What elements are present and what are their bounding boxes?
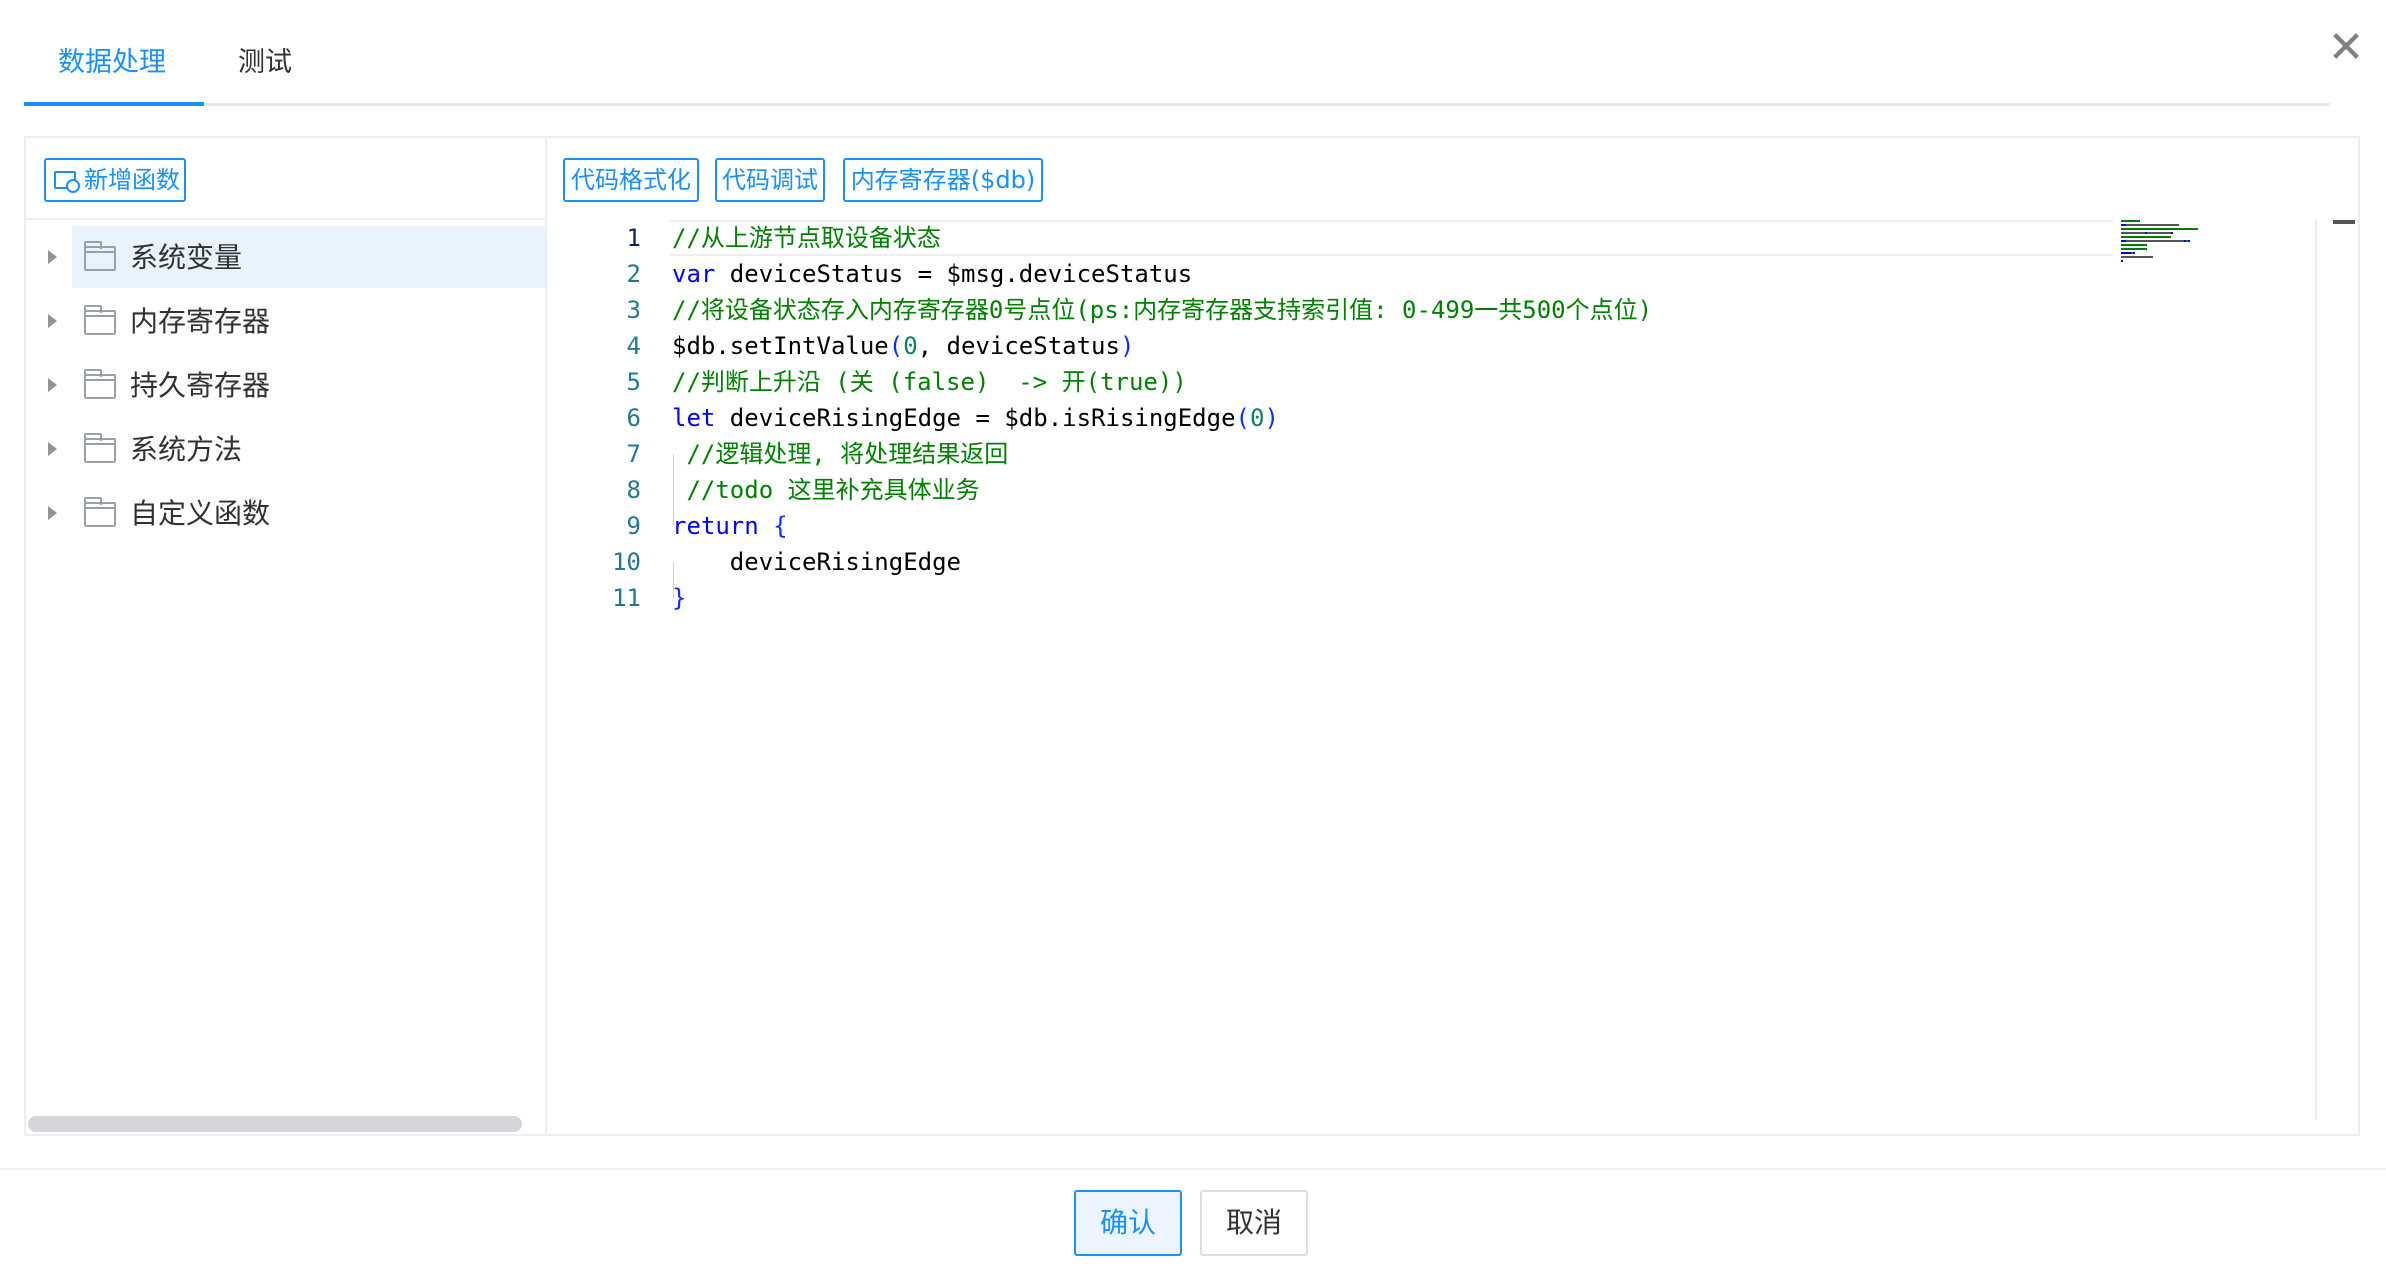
code-token: //逻辑处理, 将处理结果返回 <box>672 440 1009 468</box>
code-token: //todo 这里补充具体业务 <box>672 476 980 504</box>
line-number: 11 <box>612 584 641 612</box>
code-token: deviceRisingEdge <box>672 548 961 576</box>
code-line[interactable]: 1 //从上游节点取设备状态 <box>547 220 2358 256</box>
add-function-label: 新增函数 <box>84 166 180 194</box>
code-text: //将设备状态存入内存寄存器0号点位(ps:内存寄存器支持索引值: 0-499一… <box>672 292 1652 328</box>
code-line[interactable]: 3 //将设备状态存入内存寄存器0号点位(ps:内存寄存器支持索引值: 0-499… <box>547 292 2358 328</box>
editor-toolbar: 代码格式化 代码调试 内存寄存器($db) <box>547 138 2358 220</box>
code-text: //逻辑处理, 将处理结果返回 <box>672 436 1008 472</box>
active-tab-indicator <box>24 102 204 106</box>
folder-icon <box>84 433 116 463</box>
code-token: } <box>672 584 687 612</box>
folder-icon <box>84 241 116 271</box>
caret-right-icon[interactable] <box>48 442 57 456</box>
code-token: //从上游节点取设备状态 <box>672 224 941 252</box>
code-line[interactable]: 4 $db.setIntValue(0, deviceStatus) <box>547 328 2358 364</box>
tree-toolbar: 新增函数 <box>26 138 547 220</box>
line-number: 9 <box>626 512 641 540</box>
caret-right-icon[interactable] <box>48 250 57 264</box>
tree-node-label: 内存寄存器 <box>130 305 271 338</box>
code-text: let deviceRisingEdge = $db.isRisingEdge(… <box>672 400 1279 436</box>
code-token: var <box>672 260 716 288</box>
tree-node-label: 自定义函数 <box>130 497 271 530</box>
tree-node[interactable]: 自定义函数 <box>26 482 545 544</box>
code-token: , deviceStatus <box>917 332 1120 360</box>
code-line[interactable]: 5 //判断上升沿 (关 (false) -> 开(true)) <box>547 364 2358 400</box>
code-text: return { <box>672 508 788 544</box>
line-number: 5 <box>626 368 641 396</box>
add-function-button[interactable]: 新增函数 <box>44 158 186 202</box>
folder-icon <box>84 369 116 399</box>
tree-node[interactable]: 内存寄存器 <box>26 290 545 352</box>
code-token: ( <box>1235 404 1250 432</box>
code-token: 0 <box>903 332 918 360</box>
tab-test[interactable]: 测试 <box>238 38 292 88</box>
code-line[interactable]: 7 //逻辑处理, 将处理结果返回 <box>547 436 2358 472</box>
code-text: } <box>672 580 686 616</box>
code-token: { <box>773 512 788 540</box>
tree-node-label: 系统变量 <box>130 241 243 274</box>
memory-register-button[interactable]: 内存寄存器($db) <box>843 158 1043 202</box>
folder-icon <box>84 305 116 335</box>
code-line[interactable]: 6 let deviceRisingEdge = $db.isRisingEdge… <box>547 400 2358 436</box>
image-add-icon <box>54 171 80 193</box>
code-text: //todo 这里补充具体业务 <box>672 472 980 508</box>
line-number: 8 <box>626 476 641 504</box>
line-number: 10 <box>612 548 641 576</box>
code-text: var deviceStatus = $msg.deviceStatus <box>672 256 1192 292</box>
code-token: return <box>672 512 759 540</box>
code-line[interactable]: 10 deviceRisingEdge <box>547 544 2358 580</box>
footer-divider <box>0 1168 2386 1170</box>
code-token: $db.setIntValue <box>672 332 889 360</box>
main-panel: 新增函数 系统变量内存寄存器持久寄存器系统方法自定义函数 代码格式化 代码调试 … <box>24 136 2360 1136</box>
confirm-button[interactable]: 确认 <box>1074 1190 1182 1256</box>
tree-node-label: 系统方法 <box>130 433 243 466</box>
code-token: ) <box>1264 404 1279 432</box>
code-editor[interactable]: 1 //从上游节点取设备状态 2 var deviceStatus = $msg.de… <box>547 220 2358 1134</box>
code-token: deviceRisingEdge = $db.isRisingEdge <box>715 404 1236 432</box>
code-line[interactable]: 11} <box>547 580 2358 616</box>
debug-code-button[interactable]: 代码调试 <box>715 158 825 202</box>
tree-node[interactable]: 系统方法 <box>26 418 545 480</box>
code-line[interactable]: 8 //todo 这里补充具体业务 <box>547 472 2358 508</box>
function-tree-pane: 新增函数 系统变量内存寄存器持久寄存器系统方法自定义函数 <box>26 138 547 1134</box>
code-token: let <box>672 404 716 432</box>
line-number: 6 <box>626 404 641 432</box>
code-token: ( <box>888 332 904 360</box>
code-line[interactable]: 9 return { <box>547 508 2358 544</box>
code-text: deviceRisingEdge <box>672 544 961 580</box>
tab-data-processing[interactable]: 数据处理 <box>58 38 166 88</box>
line-number: 2 <box>626 260 641 288</box>
code-text: //从上游节点取设备状态 <box>672 220 941 256</box>
caret-right-icon[interactable] <box>48 314 57 328</box>
code-text: //判断上升沿 (关 (false) -> 开(true)) <box>672 364 1187 400</box>
caret-right-icon[interactable] <box>48 378 57 392</box>
tree-node[interactable]: 系统变量 <box>26 226 545 288</box>
line-number: 7 <box>626 440 641 468</box>
code-text: $db.setIntValue(0, deviceStatus) <box>672 328 1134 364</box>
tab-bar: 数据处理 测试 <box>24 0 2330 106</box>
close-icon[interactable]: ✕ <box>2326 26 2366 70</box>
caret-right-icon[interactable] <box>48 506 57 520</box>
tree-node[interactable]: 持久寄存器 <box>26 354 545 416</box>
horizontal-scrollbar[interactable] <box>28 1116 522 1132</box>
function-tree: 系统变量内存寄存器持久寄存器系统方法自定义函数 <box>26 226 545 546</box>
code-token: deviceStatus = $msg.deviceStatus <box>715 260 1193 288</box>
code-token: //判断上升沿 (关 (false) -> 开(true)) <box>672 368 1187 396</box>
format-code-button[interactable]: 代码格式化 <box>563 158 699 202</box>
line-number: 1 <box>626 224 641 252</box>
code-line[interactable]: 2 var deviceStatus = $msg.deviceStatus <box>547 256 2358 292</box>
tree-node-label: 持久寄存器 <box>130 369 271 402</box>
code-token: ) <box>1119 332 1135 360</box>
line-number: 4 <box>626 332 641 360</box>
code-token: 0 <box>1249 404 1265 432</box>
code-token: //将设备状态存入内存寄存器0号点位(ps:内存寄存器支持索引值: 0-499一… <box>672 296 1653 324</box>
line-number: 3 <box>626 296 641 324</box>
folder-icon <box>84 497 116 527</box>
cancel-button[interactable]: 取消 <box>1200 1190 1308 1256</box>
code-pane: 代码格式化 代码调试 内存寄存器($db) 1 //从上游节点取设备状态 2 var … <box>547 138 2358 1134</box>
